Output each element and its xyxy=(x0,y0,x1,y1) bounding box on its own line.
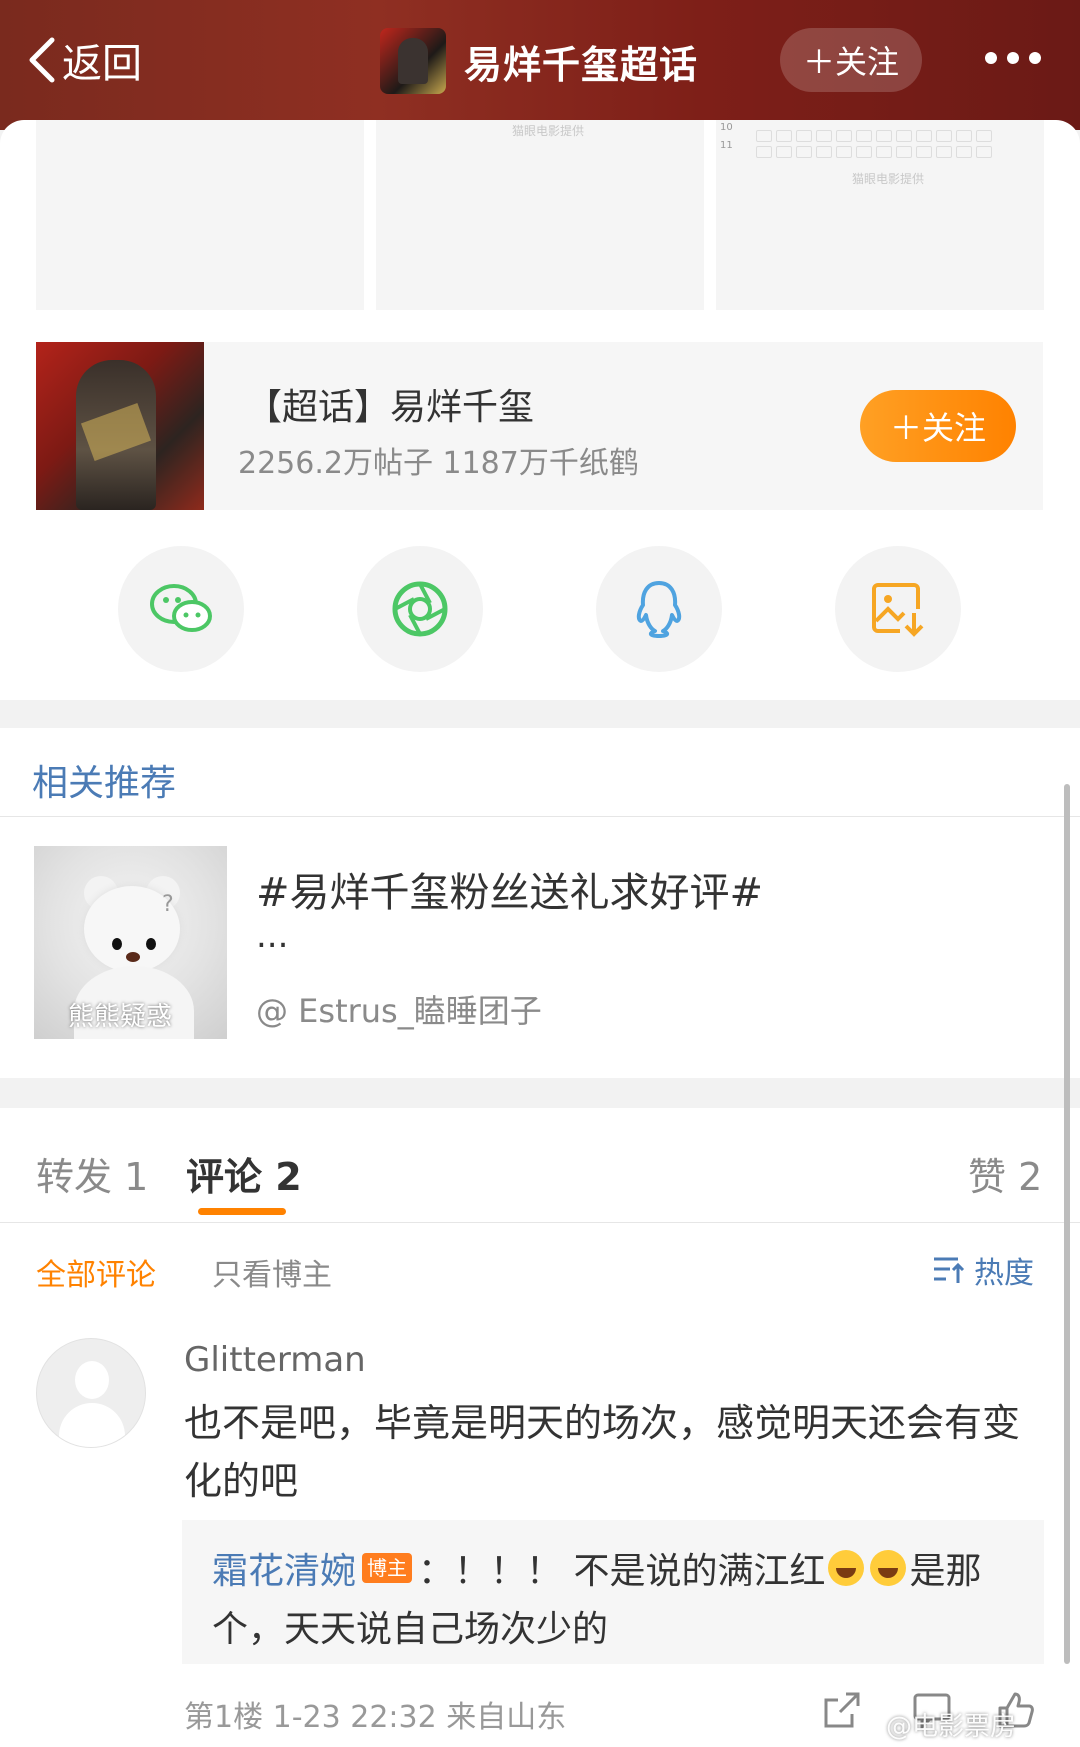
filter-author-only[interactable]: 只看博主 xyxy=(212,1250,332,1294)
save-image-button[interactable] xyxy=(835,546,961,672)
related-thumbnail[interactable]: ? 熊熊疑惑 xyxy=(34,846,227,1039)
page-title: 易烊千玺超话 xyxy=(464,42,699,87)
share-sheet: 猫眼电影提供 10 11 猫眼电影提供 【超话】易烊千玺 2256.2万帖子 1… xyxy=(0,120,1080,700)
reply-line: 霜花清婉 博主 ：！！！ 不是说的满江红 是那 xyxy=(212,1542,981,1594)
filter-all-comments[interactable]: 全部评论 xyxy=(36,1250,156,1294)
thumbnail-caption: 熊熊疑惑 xyxy=(68,1002,173,1032)
laugh-cry-emoji-icon xyxy=(828,1550,865,1586)
thumbnail-3[interactable]: 10 11 猫眼电影提供 xyxy=(716,120,1044,310)
tab-comments[interactable]: 评论 2 xyxy=(186,1146,302,1201)
save-image-icon xyxy=(872,583,924,637)
wechat-icon xyxy=(150,584,212,632)
row-number: 11 xyxy=(720,140,733,151)
active-tab-indicator xyxy=(198,1208,286,1215)
share-icon[interactable] xyxy=(822,1690,862,1730)
header-follow-button[interactable]: ＋关注 xyxy=(780,28,922,92)
author-badge: 博主 xyxy=(362,1553,413,1583)
share-wechat-button[interactable] xyxy=(118,546,244,672)
related-ellipsis: ... xyxy=(256,916,289,956)
scrollbar[interactable] xyxy=(1064,784,1070,1664)
more-icon[interactable] xyxy=(985,52,1041,64)
back-button[interactable]: 返回 xyxy=(26,30,142,90)
comment-username[interactable]: Glitterman xyxy=(184,1340,366,1380)
related-title: 相关推荐 xyxy=(32,763,177,804)
top-nav-bar: 返回 易烊千玺超话 ＋关注 xyxy=(0,0,1080,130)
related-author[interactable]: @ Estrus_瞌睡团子 xyxy=(256,986,542,1032)
related-hashtag[interactable]: #易烊千玺粉丝送礼求好评# xyxy=(256,860,763,918)
supertopic-avatar xyxy=(380,28,446,94)
supertopic-card[interactable]: 【超话】易烊千玺 2256.2万帖子 1187万千纸鹤 ＋关注 xyxy=(36,342,1043,510)
related-section: 相关推荐 ? 熊熊疑惑 #易烊千玺粉丝送礼求好评# ... @ Estrus_瞌… xyxy=(0,728,1080,1078)
comment-meta: 第1楼 1-23 22:32 来自山东 xyxy=(184,1700,567,1735)
card-stats: 2256.2万帖子 1187万千纸鹤 xyxy=(238,446,639,481)
qq-icon xyxy=(636,581,682,638)
sort-icon xyxy=(934,1257,965,1283)
thumbnail-1[interactable] xyxy=(36,120,364,310)
tab-likes[interactable]: 赞 2 xyxy=(968,1146,1042,1201)
reply-text-line2: 个，天天说自己场次少的 xyxy=(212,1609,609,1650)
reply-box[interactable]: 霜花清婉 博主 ：！！！ 不是说的满江红 是那 个，天天说自己场次少的 xyxy=(182,1520,1044,1664)
share-moments-button[interactable] xyxy=(357,546,483,672)
row-number: 10 xyxy=(720,122,733,133)
divider xyxy=(0,1222,1080,1223)
divider xyxy=(0,816,1080,817)
comment-text: 也不是吧，毕竟是明天的场次，感觉明天还会有变化的吧 xyxy=(184,1401,1021,1503)
laugh-cry-emoji-icon xyxy=(870,1550,907,1586)
back-label: 返回 xyxy=(62,41,142,87)
thumbnail-2[interactable]: 猫眼电影提供 xyxy=(376,120,704,310)
avatar[interactable] xyxy=(36,1338,146,1448)
comment-section: 转发 1 评论 2 赞 2 全部评论 只看博主 热度 Glitterman 也不… xyxy=(0,1108,1080,1747)
reply-text-end: 是那 xyxy=(909,1551,982,1592)
card-title: 【超话】易烊千玺 xyxy=(246,387,535,428)
supertopic-poster xyxy=(36,342,204,510)
reply-text: ：！！！ 不是说的满江红 xyxy=(418,1551,826,1592)
weibo-watermark: @电影票房 xyxy=(886,1712,1017,1742)
card-follow-button[interactable]: ＋关注 xyxy=(860,390,1016,462)
sort-label: 热度 xyxy=(974,1256,1034,1291)
supertopic-header[interactable]: 易烊千玺超话 xyxy=(380,28,698,94)
tab-reposts[interactable]: 转发 1 xyxy=(36,1146,148,1201)
share-qq-button[interactable] xyxy=(596,546,722,672)
seat-map xyxy=(756,130,992,158)
sort-button[interactable]: 热度 xyxy=(932,1248,1034,1292)
thumbnail-watermark: 猫眼电影提供 xyxy=(852,172,925,186)
moments-icon xyxy=(392,581,448,637)
reply-username[interactable]: 霜花清婉 xyxy=(212,1542,356,1594)
chevron-left-icon xyxy=(29,37,55,83)
thumbnail-watermark: 猫眼电影提供 xyxy=(512,124,585,138)
